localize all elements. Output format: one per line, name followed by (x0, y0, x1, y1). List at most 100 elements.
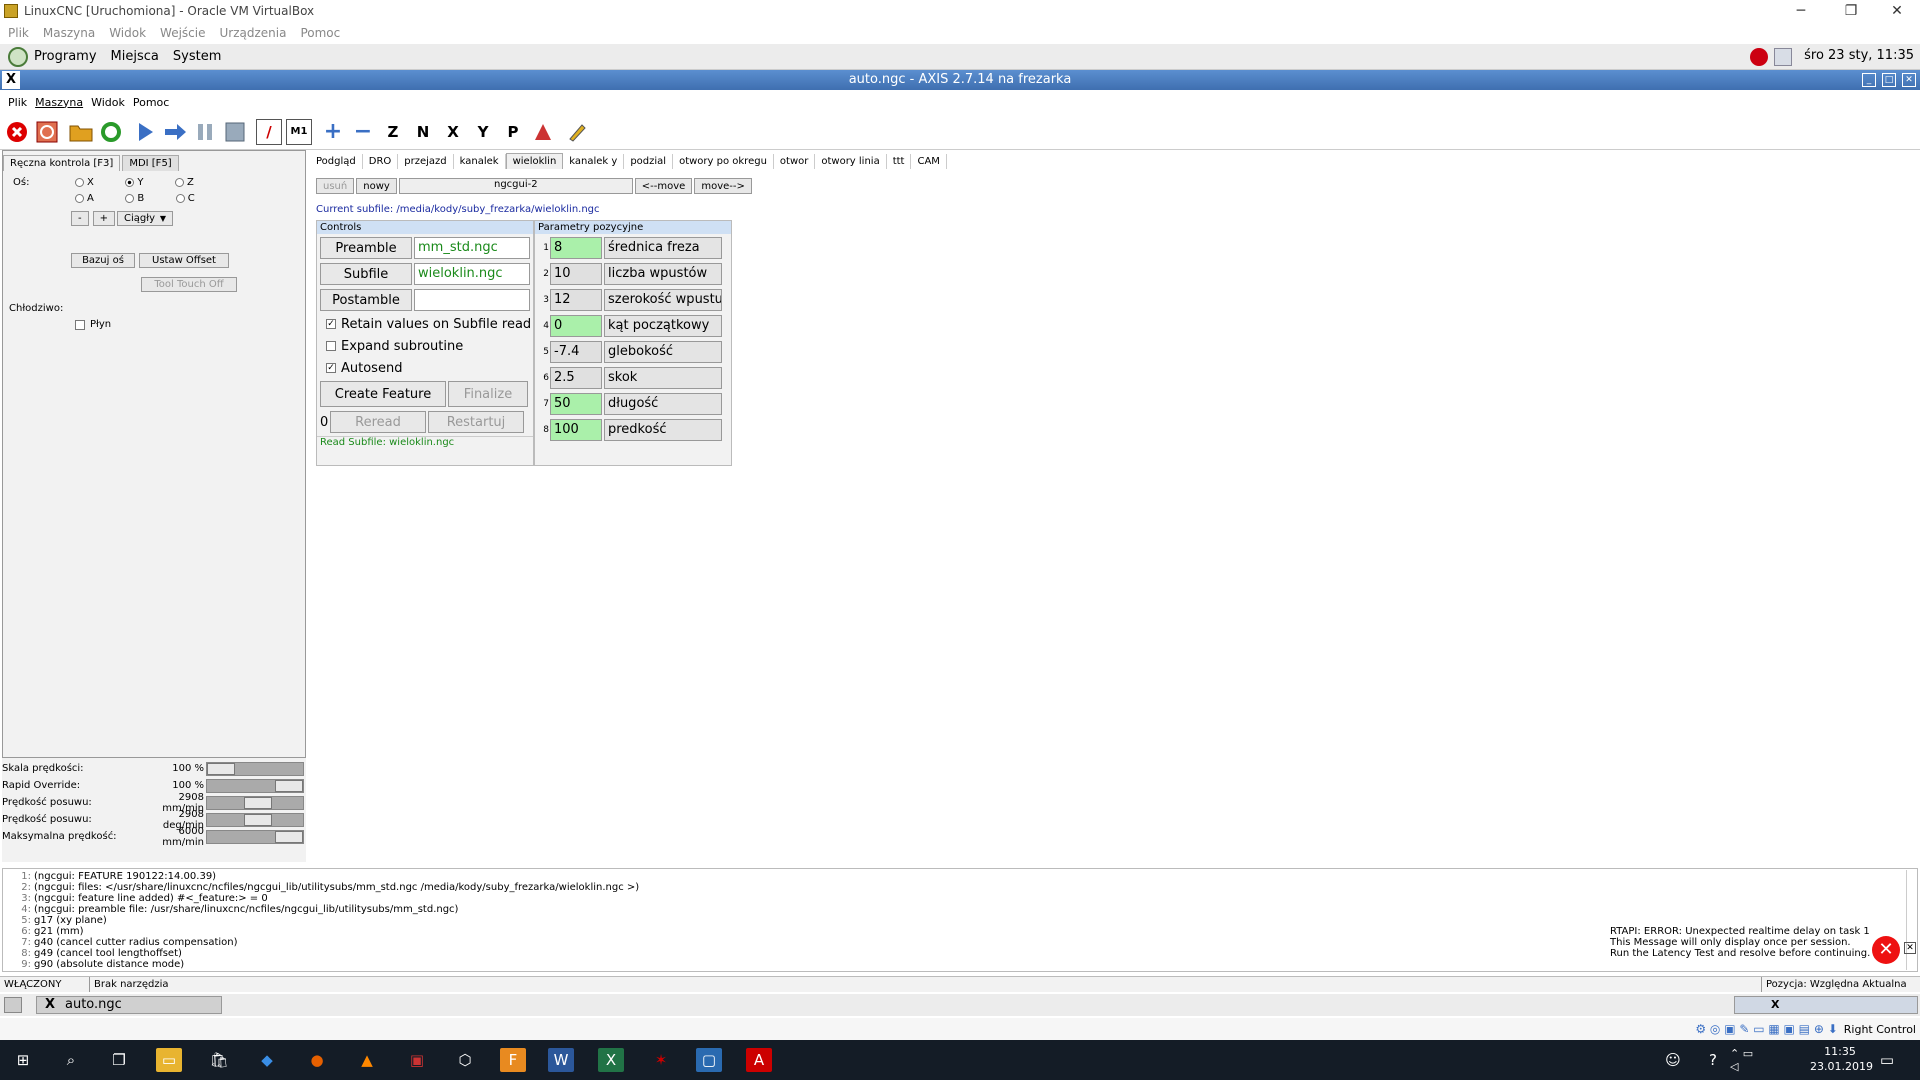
clear-plot-icon[interactable] (564, 119, 590, 145)
taskbar-item-auto[interactable]: Xauto.ngc (36, 996, 222, 1014)
power-icon[interactable] (34, 119, 60, 145)
stop-icon[interactable] (222, 119, 248, 145)
feature-tab[interactable]: przejazd (398, 153, 454, 169)
acrobat-icon[interactable]: A (746, 1048, 772, 1072)
feature-tab[interactable]: CAM (911, 153, 947, 169)
axis-menu-pomoc[interactable]: Pomoc (133, 96, 169, 109)
feature-tab[interactable]: kanalek (454, 153, 506, 169)
home-axis-button[interactable]: Bazuj oś (71, 253, 135, 268)
retain-checkbox[interactable]: ✓ Retain values on Subfile read (320, 314, 533, 334)
param-value-input[interactable]: 10 (550, 263, 602, 285)
vbox-menu-widok[interactable]: Widok (109, 26, 146, 40)
people-icon[interactable]: ☺ (1660, 1048, 1686, 1072)
zoom-in-icon[interactable]: + (320, 119, 346, 145)
zoom-out-icon[interactable]: − (350, 119, 376, 145)
estop-icon[interactable] (4, 119, 30, 145)
vbox-devices-icon[interactable]: ⚙ ◎ ▣ ✎ ▭ ▦ ▣ ▤ ⊕ ⬇ (1695, 1022, 1837, 1036)
app-icon[interactable]: ▣ (404, 1048, 430, 1072)
virtualbox-taskbar-icon[interactable]: ⬡ (452, 1048, 478, 1072)
dismiss-error-icon[interactable]: ✕ (1904, 942, 1916, 954)
vbox-menu-urzadzenia[interactable]: Urządzenia (219, 26, 286, 40)
param-value-input[interactable]: 100 (550, 419, 602, 441)
slider-knob[interactable] (207, 762, 235, 775)
network-icon[interactable] (1774, 48, 1792, 66)
run-icon[interactable] (132, 119, 158, 145)
feature-tab[interactable]: otwor (774, 153, 816, 169)
minimize-icon[interactable]: ─ (1778, 0, 1824, 22)
subfile-button[interactable]: Subfile (320, 263, 412, 285)
bug-icon[interactable] (1750, 48, 1768, 66)
jog-plus-button[interactable]: + (92, 211, 115, 226)
vlc-icon[interactable]: ▲ (354, 1048, 380, 1072)
axis-maximize-icon[interactable]: □ (1882, 73, 1896, 87)
vbox-menu-plik[interactable]: Plik (8, 26, 29, 40)
view-y-icon[interactable]: Y (470, 119, 496, 145)
slider-knob[interactable] (244, 813, 273, 826)
optional-stop-icon[interactable]: M1 (286, 118, 312, 145)
slider-track[interactable] (206, 761, 304, 776)
axis-minimize-icon[interactable]: _ (1862, 73, 1876, 87)
axis-z-radio[interactable]: Z (174, 177, 194, 188)
slider-knob[interactable] (275, 830, 303, 843)
excel-icon[interactable]: X (598, 1048, 624, 1072)
open-file-icon[interactable] (68, 119, 94, 145)
axis-menu-plik[interactable]: Plik (8, 96, 27, 109)
param-value-input[interactable]: 2.5 (550, 367, 602, 389)
windows-start-icon[interactable]: ⊞ (10, 1048, 36, 1072)
dropbox-icon[interactable]: ◆ (254, 1048, 280, 1072)
reload-icon[interactable] (98, 119, 124, 145)
restart-button[interactable]: Restartuj (428, 411, 524, 433)
finalize-button[interactable]: Finalize (448, 381, 528, 407)
reread-button[interactable]: Reread (330, 411, 426, 433)
view-z2-icon[interactable]: N (410, 119, 436, 145)
param-value-input[interactable]: 0 (550, 315, 602, 337)
feature-tab[interactable]: Podgląd (310, 153, 363, 169)
slider-track[interactable] (206, 778, 304, 793)
slider-track[interactable] (206, 795, 304, 810)
app2-icon[interactable]: F (500, 1048, 526, 1072)
feature-tab[interactable]: podzial (624, 153, 674, 169)
app4-icon[interactable]: ▢ (696, 1048, 722, 1072)
windows-clock[interactable]: 11:35 23.01.2019 (1810, 1044, 1873, 1074)
slider-track[interactable] (206, 812, 304, 827)
block-delete-icon[interactable]: / (256, 118, 282, 145)
tab-mdi[interactable]: MDI [F5] (122, 155, 179, 171)
jog-mode-select[interactable]: Ciągły ▼ (117, 211, 173, 226)
axis-x-radio[interactable]: X (75, 177, 94, 188)
coolant-flood-checkbox[interactable]: Płyn (75, 319, 111, 330)
tool-touch-off-button[interactable]: Tool Touch Off (141, 277, 237, 292)
subfile-field[interactable]: wieloklin.ngc (414, 263, 530, 285)
log-scrollbar[interactable] (1906, 870, 1916, 970)
help-icon[interactable]: ? (1700, 1048, 1726, 1072)
vbox-menu-wejscie[interactable]: Wejście (160, 26, 205, 40)
feature-tab[interactable]: otwory po okregu (673, 153, 774, 169)
view-x-icon[interactable]: X (440, 119, 466, 145)
feature-tab[interactable]: ttt (887, 153, 912, 169)
search-icon[interactable]: ⌕ (58, 1048, 84, 1072)
tab-manual[interactable]: Ręczna kontrola [F3] (3, 155, 121, 171)
new-button[interactable]: nowy (356, 178, 397, 194)
view-p-icon[interactable]: P (500, 119, 526, 145)
firefox-icon[interactable]: ● (304, 1048, 330, 1072)
vbox-menu-maszyna[interactable]: Maszyna (43, 26, 95, 40)
vbox-menu-pomoc[interactable]: Pomoc (300, 26, 340, 40)
preamble-field[interactable]: mm_std.ngc (414, 237, 530, 259)
param-value-input[interactable]: 50 (550, 393, 602, 415)
postamble-button[interactable]: Postamble (320, 289, 412, 311)
set-offset-button[interactable]: Ustaw Offset (139, 253, 229, 268)
expand-checkbox[interactable]: Expand subroutine (320, 336, 533, 356)
panel-clock[interactable]: śro 23 sty, 11:35 (1804, 48, 1914, 63)
feature-tab[interactable]: otwory linia (815, 153, 887, 169)
file-explorer-icon[interactable]: ▭ (156, 1048, 182, 1072)
axis-y-radio[interactable]: Y (125, 177, 143, 188)
param-value-input[interactable]: -7.4 (550, 341, 602, 363)
workspace-switcher[interactable]: X (1734, 996, 1918, 1014)
axis-menu-maszyna[interactable]: Maszyna (35, 96, 83, 109)
tray-icons[interactable]: ⌃ ▭ ◁ (1730, 1047, 1756, 1073)
show-desktop-icon[interactable] (4, 997, 22, 1013)
move-left-button[interactable]: <--move (634, 178, 693, 194)
feature-tab[interactable]: wieloklin (505, 153, 564, 169)
restore-icon[interactable]: ❐ (1828, 0, 1874, 22)
pause-icon[interactable] (192, 119, 218, 145)
axis-a-radio[interactable]: A (75, 193, 94, 204)
